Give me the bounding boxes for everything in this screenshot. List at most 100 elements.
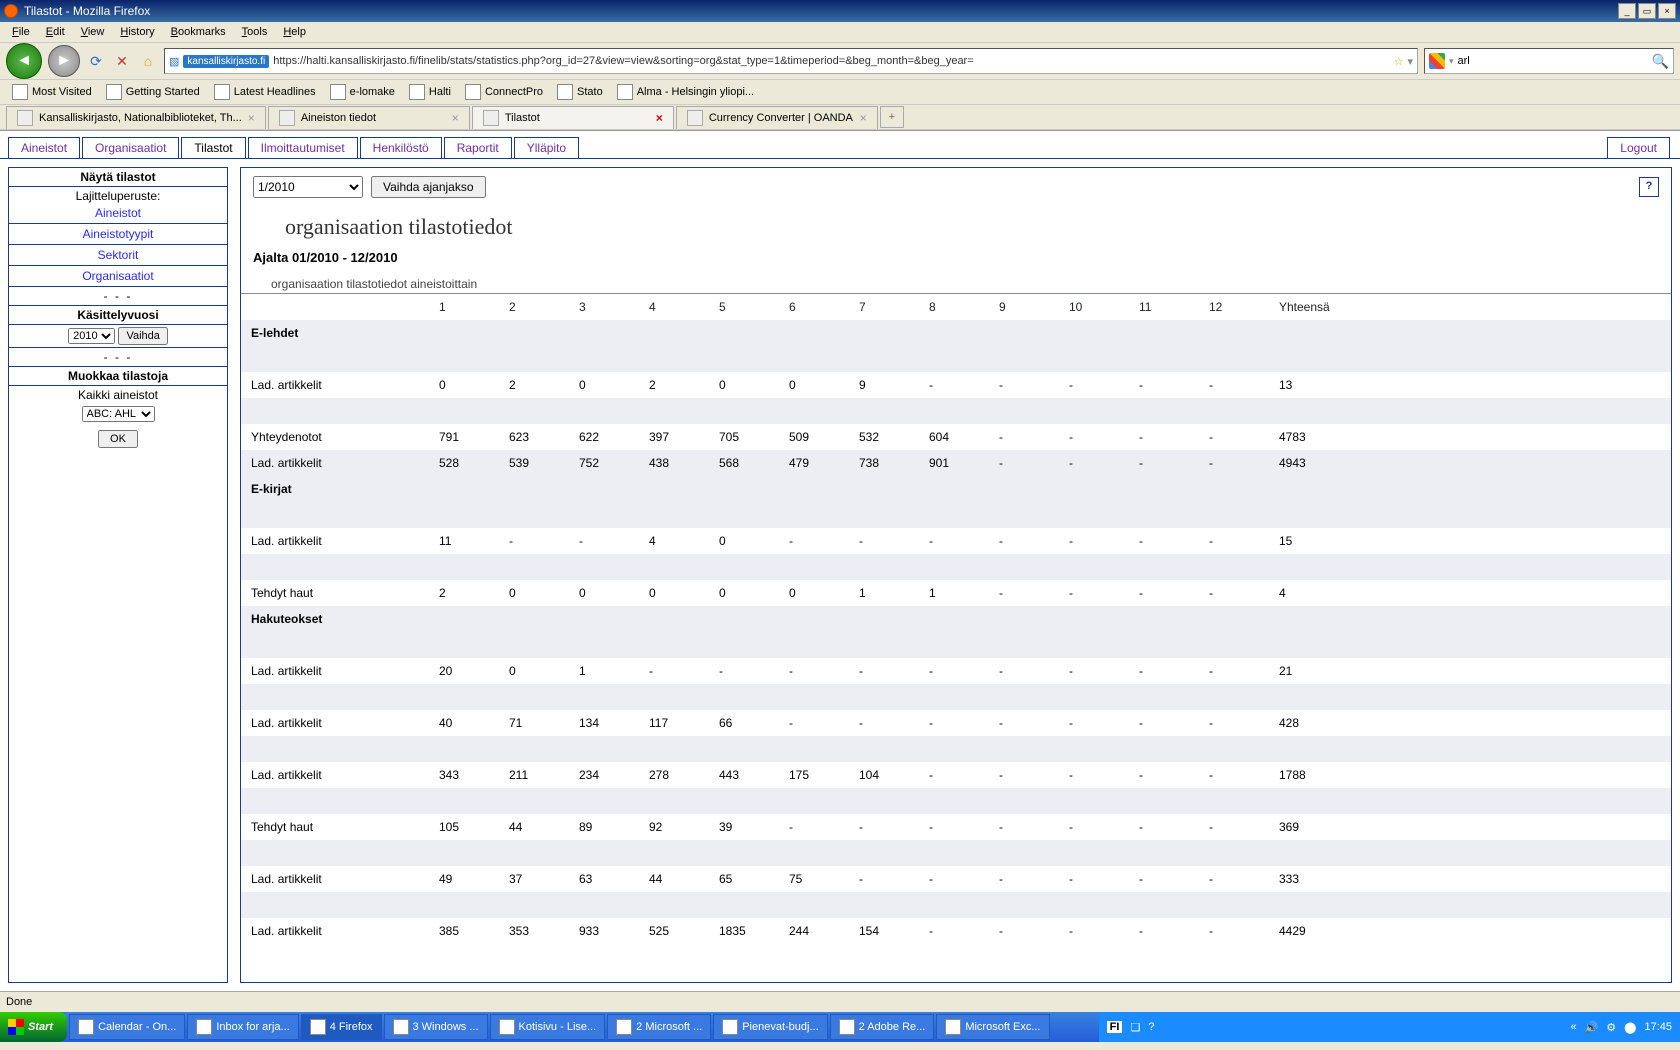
url-bar[interactable]: ▧ kansalliskirjasto.fi https://halti.kan… [164,48,1418,74]
search-input[interactable]: arl [1458,55,1470,67]
change-period-button[interactable]: Vaihda ajanjakso [371,176,486,198]
app-tab-tilastot[interactable]: Tilastot [181,137,245,159]
app-tab-ilmoittautumiset[interactable]: Ilmoittautumiset [248,137,358,159]
row-total: 21 [1273,658,1671,684]
menu-file[interactable]: File [4,24,38,40]
bookmark-icon [557,84,573,100]
tray-icon[interactable]: ? [1148,1021,1154,1033]
app-tab-ylläpito[interactable]: Ylläpito [514,137,579,159]
period-select[interactable]: 1/2010 [253,176,363,198]
table-row: E-kirjat [241,476,1671,502]
browser-tab[interactable]: Tilastot× [472,106,674,129]
language-indicator[interactable]: FI [1107,1021,1123,1033]
back-button[interactable]: ◄ [6,43,42,79]
app-tab-organisaatiot[interactable]: Organisaatiot [82,137,179,159]
bookmark-item[interactable]: Latest Headlines [208,82,322,102]
system-tray[interactable]: FI ❏ ? « 🔊 ⚙ ⬤ 17:45 [1099,1012,1680,1042]
window-title: Tilastot - Mozilla Firefox [24,4,150,18]
browser-tab[interactable]: Currency Converter | OANDA× [676,106,878,129]
menu-view[interactable]: View [73,24,113,40]
tray-icon[interactable]: ❏ [1130,1021,1140,1034]
start-button[interactable]: Start [0,1012,67,1042]
app-tabs: AineistotOrganisaatiotTilastotIlmoittaut… [0,131,1680,159]
app-tab-raportit[interactable]: Raportit [444,137,512,159]
table-caption: organisaation tilastotiedot aineistoitta… [241,273,1671,294]
clock: 17:45 [1644,1021,1672,1033]
menu-help[interactable]: Help [275,24,314,40]
table-row: Lad. artikkelit3853539335251835244154---… [241,918,1671,944]
year-change-button[interactable]: Vaihda [118,327,167,345]
search-bar[interactable]: ▾ arl 🔍 [1424,48,1674,74]
table-row: Tehdyt haut10544899239-------369 [241,814,1671,840]
row-label: Lad. artikkelit [241,372,433,398]
stop-button[interactable]: ✕ [112,51,132,71]
task-icon [839,1019,855,1035]
bookmark-item[interactable]: Stato [551,82,609,102]
site-identity-badge[interactable]: kansalliskirjasto.fi [183,55,269,68]
table-row: Lad. artikkelit528539752438568479738901-… [241,450,1671,476]
tab-close-icon[interactable]: × [860,111,867,125]
tray-icon[interactable]: ⬤ [1624,1021,1636,1034]
sidebar-year-header: Käsittelyvuosi [9,306,227,325]
date-range: Ajalta 01/2010 - 12/2010 [253,250,1671,265]
tab-close-icon[interactable]: × [248,111,255,125]
sidebar-link-aineistot[interactable]: Aineistot [9,205,227,221]
tab-close-icon[interactable]: × [656,111,663,125]
app-tab-aineistot[interactable]: Aineistot [8,137,80,159]
sidebar-link-aineistotyypit[interactable]: Aineistotyypit [9,226,227,242]
taskbar-task[interactable]: 2 Adobe Re... [830,1014,935,1040]
search-icon[interactable]: 🔍 [1652,53,1669,70]
bookmark-item[interactable]: Getting Started [100,82,206,102]
bookmark-item[interactable]: e-lomake [324,82,401,102]
reload-button[interactable]: ⟳ [86,51,106,71]
menu-history[interactable]: History [112,24,162,40]
app-tab-henkilöstö[interactable]: Henkilöstö [360,137,442,159]
new-tab-button[interactable]: + [880,106,904,128]
taskbar-task[interactable]: Kotisivu - Lise... [490,1014,606,1040]
menubar: FileEditViewHistoryBookmarksToolsHelp [0,22,1680,43]
row-total: 1788 [1273,762,1671,788]
nav-toolbar: ◄ ► ⟳ ✕ ⌂ ▧ kansalliskirjasto.fi https:/… [0,43,1680,80]
task-icon [499,1019,515,1035]
bookmark-item[interactable]: Halti [403,82,457,102]
edit-sublabel: Kaikki aineistot [9,386,227,404]
taskbar-task[interactable]: Pienevat-budj... [713,1014,827,1040]
bookmark-item[interactable]: Alma - Helsingin yliopi... [611,82,760,102]
task-icon [310,1019,326,1035]
menu-bookmarks[interactable]: Bookmarks [163,24,234,40]
taskbar-task[interactable]: Inbox for arja... [187,1014,298,1040]
table-row: Lad. artikkelit11--40-------15 [241,528,1671,554]
browser-tab[interactable]: Aineiston tiedot× [268,106,470,129]
aineisto-select[interactable]: ABC: AHL [82,406,155,422]
menu-tools[interactable]: Tools [234,24,276,40]
taskbar-task[interactable]: Calendar - On... [69,1014,185,1040]
taskbar-task[interactable]: 2 Microsoft ... [607,1014,711,1040]
ok-button[interactable]: OK [98,430,138,448]
browser-tab[interactable]: Kansalliskirjasto, Nationalbiblioteket, … [6,106,266,129]
taskbar-task[interactable]: Microsoft Exc... [936,1014,1049,1040]
tray-icon[interactable]: 🔊 [1585,1021,1599,1034]
row-total: 15 [1273,528,1671,554]
bookmark-item[interactable]: Most Visited [6,82,98,102]
year-select[interactable]: 2010 [68,328,115,344]
maximize-button[interactable]: ▭ [1638,3,1656,19]
menu-edit[interactable]: Edit [38,24,73,40]
help-button[interactable]: ? [1639,177,1659,197]
tab-close-icon[interactable]: × [452,111,459,125]
sidebar-link-sektorit[interactable]: Sektorit [9,247,227,263]
home-button[interactable]: ⌂ [138,51,158,71]
tray-icon[interactable]: ⚙ [1606,1021,1616,1034]
taskbar-task[interactable]: 3 Windows ... [384,1014,488,1040]
bookmark-icon [409,84,425,100]
bookmark-item[interactable]: ConnectPro [459,82,549,102]
minimize-button[interactable]: _ [1618,3,1636,19]
tray-expand-icon[interactable]: « [1570,1021,1576,1033]
table-row [241,502,1671,528]
logout-button[interactable]: Logout [1607,137,1670,159]
sidebar-link-organisaatiot[interactable]: Organisaatiot [9,268,227,284]
bookmarks-toolbar: Most VisitedGetting StartedLatest Headli… [0,80,1680,105]
close-button[interactable]: × [1658,3,1676,19]
forward-button[interactable]: ► [48,45,80,77]
row-label: Lad. artikkelit [241,918,433,944]
taskbar-task[interactable]: 4 Firefox [301,1014,382,1040]
